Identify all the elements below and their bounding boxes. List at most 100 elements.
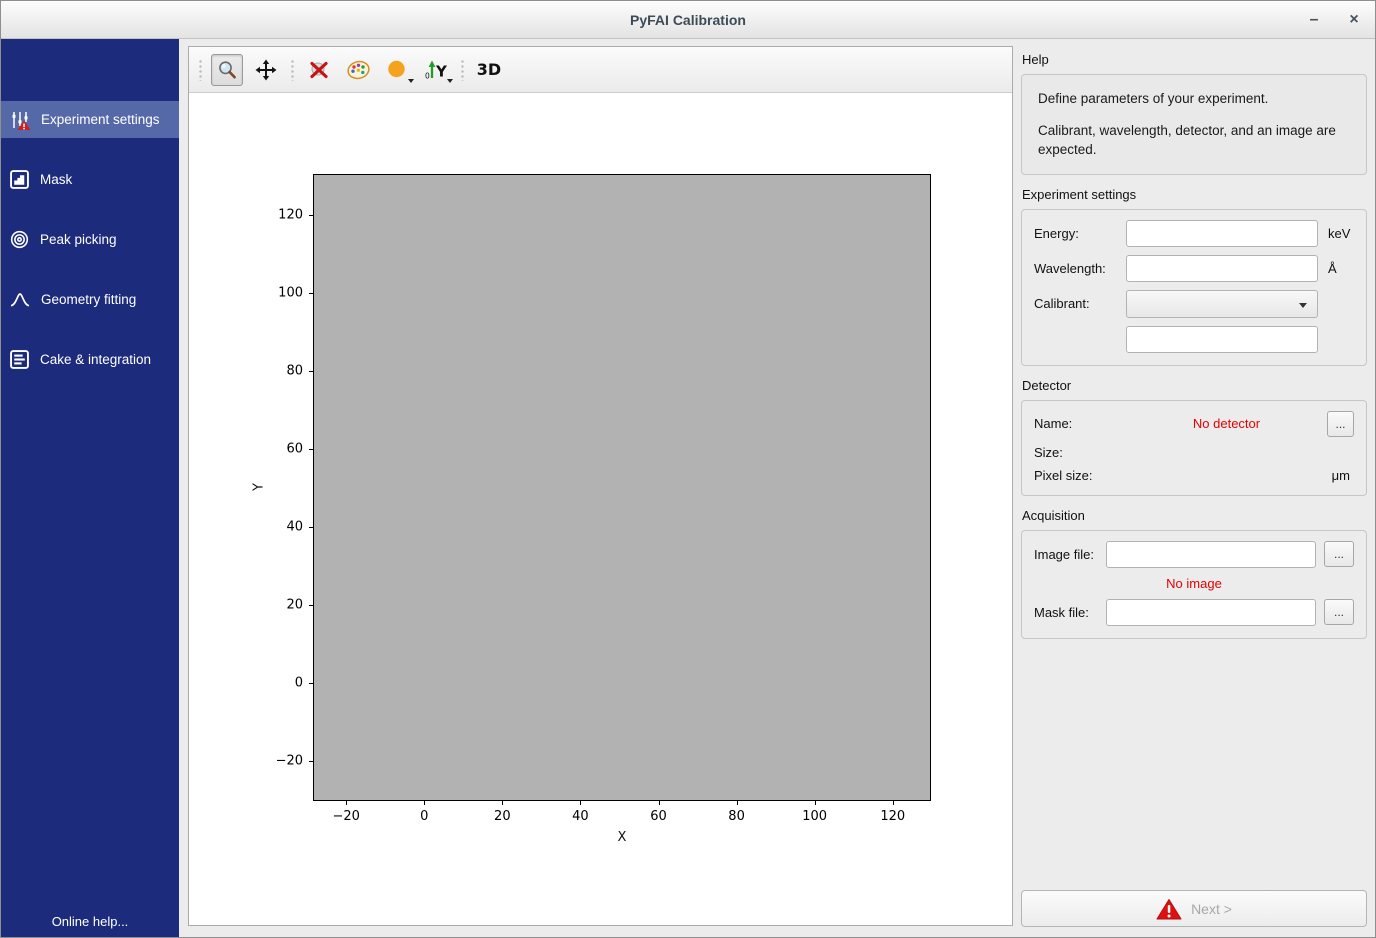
view-3d-button[interactable]: 3D	[473, 54, 505, 86]
y-tick-mark	[309, 683, 313, 684]
colormap-button[interactable]	[342, 54, 374, 86]
sidebar-item-experiment-settings[interactable]: Experiment settings	[1, 101, 179, 138]
detector-group: Name: No detector ... Size: Pixel size: …	[1021, 400, 1367, 496]
toolbar-grip[interactable]	[459, 59, 466, 81]
y-tick-mark	[309, 215, 313, 216]
palette-icon	[346, 59, 371, 81]
image-file-input[interactable]	[1106, 541, 1316, 568]
sidebar-item-label: Peak picking	[40, 232, 117, 247]
image-file-label: Image file:	[1034, 547, 1106, 562]
y-tick-label: 20	[286, 598, 303, 613]
online-help-link[interactable]: Online help...	[1, 914, 179, 929]
y-tick-label: 0	[295, 676, 303, 691]
magnifier-icon	[216, 59, 238, 81]
image-file-browse-button[interactable]: ...	[1324, 541, 1354, 567]
warning-triangle-icon	[1156, 898, 1182, 920]
y-tick-mark	[309, 371, 313, 372]
experiment-settings-group: Energy: keV Wavelength: Å Calibrant:	[1021, 209, 1367, 366]
y-tick-label: 120	[278, 207, 303, 222]
integration-lines-icon	[10, 350, 29, 369]
x-tick-mark	[893, 801, 894, 805]
dropdown-caret-icon	[408, 79, 414, 83]
acquisition-section-title: Acquisition	[1022, 508, 1367, 523]
sidebar-item-mask[interactable]: Mask	[1, 161, 179, 198]
mask-file-input[interactable]	[1106, 599, 1316, 626]
wavelength-input[interactable]	[1126, 255, 1318, 282]
sidebar-item-cake-integration[interactable]: Cake & integration	[1, 341, 179, 378]
plot-panel: Y 0 3D X Y −20020406080100120−2002040608…	[188, 46, 1013, 926]
chevron-down-icon	[1299, 303, 1307, 308]
y-axis-label: Y	[252, 483, 267, 491]
red-x-icon	[308, 59, 330, 81]
help-box: Define parameters of your experiment. Ca…	[1021, 74, 1367, 175]
x-tick-mark	[346, 801, 347, 805]
zoom-mode-button[interactable]	[211, 54, 243, 86]
mask-image-icon	[10, 170, 29, 189]
calibrant-select[interactable]	[1126, 290, 1318, 318]
wavelength-unit: Å	[1318, 261, 1354, 276]
detector-name-status: No detector	[1126, 416, 1327, 431]
help-section-title: Help	[1022, 52, 1367, 67]
detector-pixel-size-label: Pixel size:	[1034, 468, 1126, 483]
x-tick-label: 20	[494, 809, 511, 824]
calibrant-filter-input[interactable]	[1126, 326, 1318, 353]
pixel-size-unit: μm	[1332, 468, 1354, 483]
y-tick-mark	[309, 449, 313, 450]
energy-label: Energy:	[1034, 226, 1126, 241]
svg-text:Y: Y	[435, 62, 448, 80]
calibrant-label: Calibrant:	[1034, 296, 1126, 311]
dropdown-caret-icon	[447, 79, 453, 83]
crosshair-off-button[interactable]	[303, 54, 335, 86]
detector-browse-button[interactable]: ...	[1327, 411, 1354, 437]
x-tick-mark	[815, 801, 816, 805]
y-axis-orientation-button[interactable]: Y 0	[420, 54, 452, 86]
y-tick-label: 80	[286, 363, 303, 378]
svg-text:0: 0	[425, 71, 430, 80]
move-cross-icon	[255, 59, 277, 81]
toolbar-grip[interactable]	[289, 59, 296, 81]
image-status: No image	[1034, 576, 1354, 591]
wavelength-label: Wavelength:	[1034, 261, 1126, 276]
detector-size-label: Size:	[1034, 445, 1126, 460]
pan-mode-button[interactable]	[250, 54, 282, 86]
x-tick-mark	[424, 801, 425, 805]
peak-curve-icon	[10, 290, 30, 309]
sidebar-item-label: Cake & integration	[40, 352, 151, 367]
plot-canvas[interactable]: X Y −20020406080100120−20020406080100120	[189, 93, 1012, 925]
x-tick-label: −20	[332, 809, 359, 824]
y-tick-label: 100	[278, 285, 303, 300]
x-tick-mark	[659, 801, 660, 805]
acquisition-group: Image file: ... No image Mask file: ...	[1021, 530, 1367, 639]
help-text-line2: Calibrant, wavelength, detector, and an …	[1038, 121, 1354, 160]
settings-panel: Help Define parameters of your experimen…	[1021, 46, 1367, 927]
plot-toolbar: Y 0 3D	[189, 47, 1012, 93]
sidebar-item-peak-picking[interactable]: Peak picking	[1, 221, 179, 258]
y-tick-mark	[309, 293, 313, 294]
energy-input[interactable]	[1126, 220, 1318, 247]
next-button-label: Next >	[1191, 901, 1232, 917]
sidebar: Experiment settings Mask Peak picking Ge…	[1, 39, 179, 937]
sidebar-item-label: Mask	[40, 172, 72, 187]
next-button[interactable]: Next >	[1021, 890, 1367, 927]
pyfai-calibration-window: { "window": { "title": "PyFAI Calibratio…	[0, 0, 1376, 938]
detector-section-title: Detector	[1022, 378, 1367, 393]
minimize-button[interactable]: –	[1301, 7, 1327, 33]
x-tick-mark	[580, 801, 581, 805]
mask-file-browse-button[interactable]: ...	[1324, 599, 1354, 625]
help-text-line1: Define parameters of your experiment.	[1038, 89, 1354, 109]
x-axis-label: X	[618, 830, 627, 845]
y-axis-up-arrow-icon: Y 0	[424, 59, 449, 81]
y-tick-mark	[309, 527, 313, 528]
y-tick-mark	[309, 761, 313, 762]
toolbar-grip[interactable]	[197, 59, 204, 81]
mask-circle-button[interactable]	[381, 54, 413, 86]
sliders-warning-icon	[10, 110, 30, 130]
y-tick-label: 40	[286, 519, 303, 534]
close-button[interactable]: ×	[1341, 7, 1367, 33]
x-tick-mark	[502, 801, 503, 805]
detector-name-label: Name:	[1034, 416, 1126, 431]
x-tick-label: 0	[420, 809, 428, 824]
sidebar-item-geometry-fitting[interactable]: Geometry fitting	[1, 281, 179, 318]
y-tick-label: −20	[276, 754, 303, 769]
concentric-rings-icon	[10, 230, 29, 249]
